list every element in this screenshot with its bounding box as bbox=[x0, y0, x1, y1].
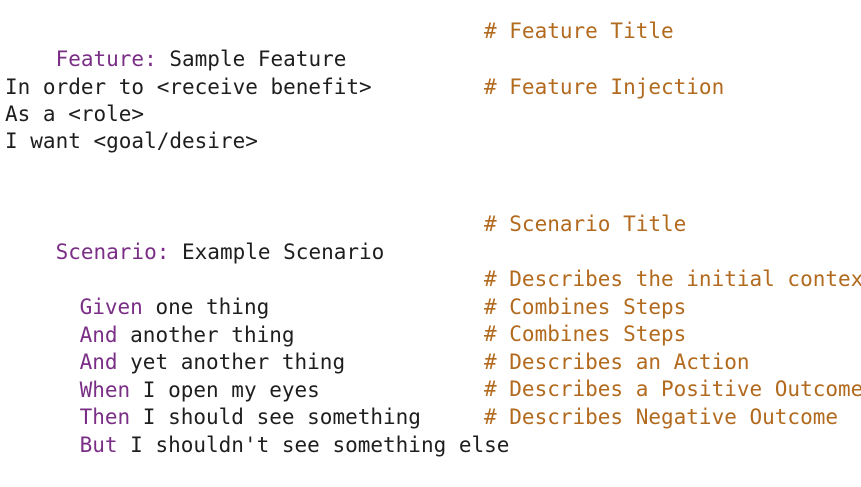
injection-line-goal: I want <goal/desire> bbox=[5, 129, 258, 153]
step-line: Given one thing bbox=[5, 265, 270, 319]
step-keyword: But bbox=[79, 433, 118, 457]
scenario-comment: # Scenario Title bbox=[484, 212, 687, 236]
feature-line: Feature: Sample Feature bbox=[5, 17, 347, 71]
feature-comment: # Feature Title bbox=[484, 19, 674, 43]
feature-title: Sample Feature bbox=[156, 47, 347, 71]
scenario-keyword: Scenario: bbox=[55, 240, 170, 264]
step-text: I shouldn't see something else bbox=[117, 433, 510, 457]
step-comment: # Describes an Action bbox=[484, 350, 750, 374]
injection-line-role: As a <role> bbox=[5, 102, 145, 126]
step-line: Then I should see something bbox=[5, 375, 421, 429]
feature-keyword: Feature: bbox=[55, 47, 157, 71]
step-comment: # Combines Steps bbox=[484, 295, 687, 319]
step-comment: # Describes Negative Outcome bbox=[484, 405, 839, 429]
step-comment: # Combines Steps bbox=[484, 322, 687, 346]
injection-comment: # Feature Injection bbox=[484, 75, 725, 99]
step-line: And another thing bbox=[5, 293, 295, 347]
injection-line-benefit: In order to <receive benefit> bbox=[5, 75, 372, 99]
step-comment: # Describes a Positive Outcome bbox=[484, 377, 861, 401]
gherkin-code-view: Feature: Sample Feature # Feature Title … bbox=[0, 0, 861, 457]
step-line: But I shouldn't see something else bbox=[5, 403, 510, 457]
scenario-line: Scenario: Example Scenario bbox=[5, 210, 385, 264]
scenario-title: Example Scenario bbox=[169, 240, 385, 264]
step-line: When I open my eyes bbox=[5, 348, 320, 402]
step-line: And yet another thing bbox=[5, 320, 346, 374]
step-comment: # Describes the initial context bbox=[484, 267, 861, 291]
